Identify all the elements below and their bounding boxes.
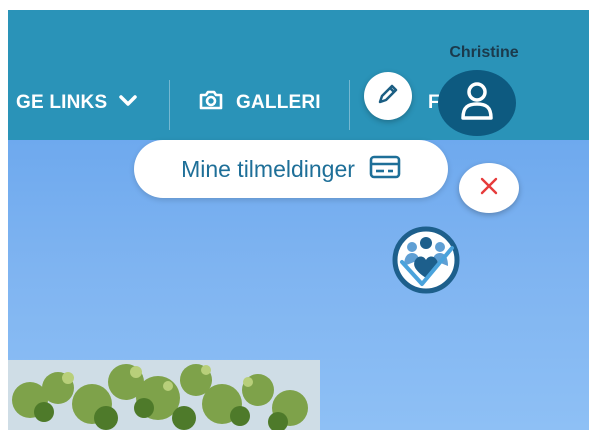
people-heart-logo[interactable] (386, 220, 466, 300)
nav-links-label: GE LINKS (16, 92, 108, 113)
nav-divider (169, 80, 170, 130)
nav-links-dropdown[interactable]: GE LINKS (16, 86, 138, 120)
chevron-down-icon (119, 92, 138, 114)
page: GE LINKS GALLERI FE (0, 0, 589, 430)
nav-galleri-label: GALLERI (236, 92, 321, 113)
nav-galleri-link[interactable]: GALLERI (198, 86, 321, 120)
credit-card-icon (369, 154, 401, 185)
user-avatar-button[interactable] (438, 70, 516, 136)
edit-button[interactable] (364, 72, 412, 120)
my-registrations-label: Mine tilmeldinger (181, 155, 355, 182)
pencil-icon (375, 81, 401, 112)
camera-icon (198, 89, 224, 117)
close-button[interactable] (459, 163, 519, 213)
user-name: Christine (449, 44, 519, 61)
tree-photo (8, 360, 320, 430)
close-icon (479, 176, 499, 201)
nav-divider (349, 80, 350, 130)
my-registrations-button[interactable]: Mine tilmeldinger (134, 140, 448, 198)
user-icon (459, 80, 495, 127)
